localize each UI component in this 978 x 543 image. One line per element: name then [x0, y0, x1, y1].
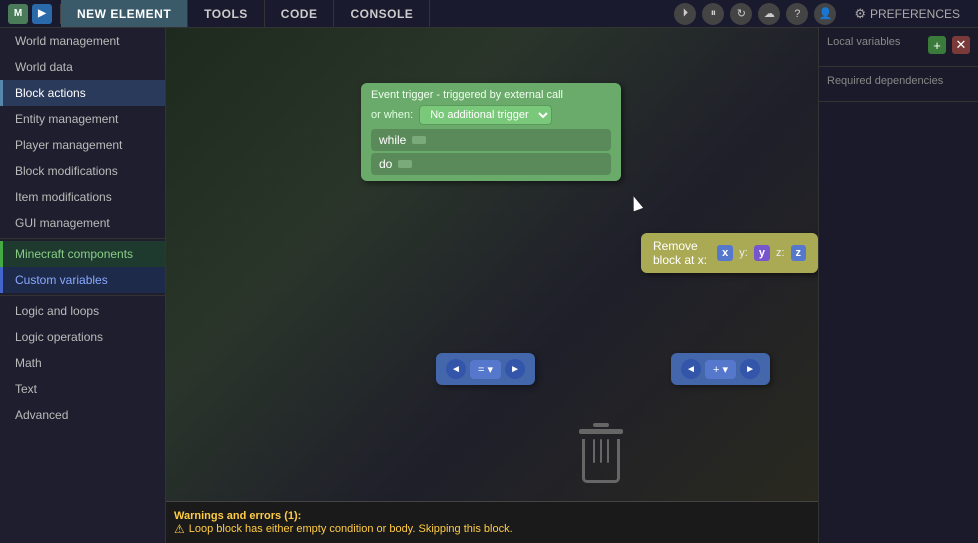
- sidebar-item-math[interactable]: Math: [0, 350, 165, 376]
- tab-tools[interactable]: TOOLS: [188, 0, 265, 27]
- topbar-tabs: NEW ELEMENT TOOLS CODE CONSOLE: [61, 0, 430, 27]
- sidebar-divider-2: [0, 295, 165, 296]
- x-coord-badge: x: [717, 245, 733, 261]
- sidebar-item-item-modifications[interactable]: Item modifications: [0, 184, 165, 210]
- trigger-dropdown[interactable]: No additional trigger: [419, 105, 552, 125]
- icon-btn-4[interactable]: ☁: [758, 3, 780, 25]
- tab-console[interactable]: CONSOLE: [334, 0, 430, 27]
- icon-btn-1[interactable]: ⏵: [674, 3, 696, 25]
- sidebar-item-entity-management[interactable]: Entity management: [0, 106, 165, 132]
- y-label: y:: [739, 247, 748, 259]
- loop-block-1[interactable]: ◄ = ▾ ►: [436, 353, 535, 385]
- remove-block[interactable]: Remove block at x: x y: y z: z: [641, 233, 818, 273]
- do-label: do: [379, 157, 392, 171]
- sidebar-item-logic-and-loops[interactable]: Logic and loops: [0, 298, 165, 324]
- loop-connector-2-right: ►: [740, 359, 760, 379]
- tab-new-element[interactable]: NEW ELEMENT: [61, 0, 188, 27]
- while-notch: [412, 136, 426, 144]
- loop-connector-1-right: ►: [505, 359, 525, 379]
- event-block-trigger-row: or when: No additional trigger: [371, 105, 611, 125]
- canvas-area[interactable]: Event trigger - triggered by external ca…: [166, 28, 818, 543]
- z-label: z:: [776, 247, 785, 259]
- local-variables-buttons: + ✕: [928, 36, 970, 54]
- main-layout: World management World data Block action…: [0, 28, 978, 543]
- trash-handle: [593, 423, 609, 427]
- sidebar-item-player-management[interactable]: Player management: [0, 132, 165, 158]
- sidebar-item-text[interactable]: Text: [0, 376, 165, 402]
- status-bar: Warnings and errors (1): ⚠ Loop block ha…: [166, 501, 818, 543]
- sidebar-item-advanced[interactable]: Advanced: [0, 402, 165, 428]
- trash-icon[interactable]: [579, 423, 623, 483]
- logo-icon-2: ▶: [32, 4, 52, 24]
- sidebar-item-world-data[interactable]: World data: [0, 54, 165, 80]
- trash-body: [582, 439, 620, 483]
- warning-icon: ⚠: [174, 522, 185, 536]
- local-variables-title: Local variables: [827, 36, 900, 48]
- preferences-label: PREFERENCES: [870, 7, 960, 21]
- loop-btn-2[interactable]: + ▾: [705, 360, 736, 379]
- warnings-title: Warnings and errors (1):: [174, 510, 810, 522]
- loop-connector-2-left: ◄: [681, 359, 701, 379]
- loop-btn-1[interactable]: = ▾: [470, 360, 501, 379]
- topbar: M ▶ NEW ELEMENT TOOLS CODE CONSOLE ⏵ ⏸ ↻…: [0, 0, 978, 28]
- or-when-label: or when:: [371, 109, 413, 121]
- required-dependencies-section: Required dependencies: [819, 67, 978, 102]
- logo-icon: M: [8, 4, 28, 24]
- logo-area: M ▶: [0, 4, 61, 24]
- trash-line-2: [600, 439, 602, 463]
- loop-block-2[interactable]: ◄ + ▾ ►: [671, 353, 770, 385]
- do-block[interactable]: do: [371, 153, 611, 175]
- z-coord-badge: z: [791, 245, 807, 261]
- while-label: while: [379, 133, 406, 147]
- trash-line-3: [607, 439, 609, 463]
- while-block[interactable]: while: [371, 129, 611, 151]
- trash-lines: [585, 439, 617, 463]
- topbar-icon-group: ⏵ ⏸ ↻ ☁ ? 👤 ⚙ PREFERENCES: [664, 3, 978, 25]
- trash-lid: [579, 429, 623, 434]
- tab-code[interactable]: CODE: [265, 0, 335, 27]
- trash-line-1: [593, 439, 595, 463]
- error-text: Loop block has either empty condition or…: [189, 523, 513, 535]
- sidebar-item-block-actions[interactable]: Block actions: [0, 80, 165, 106]
- do-notch: [398, 160, 412, 168]
- loop-connector-1-left: ◄: [446, 359, 466, 379]
- required-dependencies-title: Required dependencies: [827, 75, 970, 87]
- add-variable-button[interactable]: +: [928, 36, 946, 54]
- icon-btn-3[interactable]: ↻: [730, 3, 752, 25]
- y-coord-badge: y: [754, 245, 770, 261]
- sidebar-item-logic-operations[interactable]: Logic operations: [0, 324, 165, 350]
- local-variables-section: Local variables + ✕: [819, 28, 978, 67]
- sidebar-item-minecraft-components[interactable]: Minecraft components: [0, 241, 165, 267]
- sidebar-item-custom-variables[interactable]: Custom variables: [0, 267, 165, 293]
- event-trigger-block[interactable]: Event trigger - triggered by external ca…: [361, 83, 621, 181]
- sidebar-divider-1: [0, 238, 165, 239]
- sidebar-item-gui-management[interactable]: GUI management: [0, 210, 165, 236]
- sidebar-item-world-management[interactable]: World management: [0, 28, 165, 54]
- icon-btn-2[interactable]: ⏸: [702, 3, 724, 25]
- remove-variable-button[interactable]: ✕: [952, 36, 970, 54]
- preferences-button[interactable]: ⚙ PREFERENCES: [846, 6, 968, 22]
- status-error-row: ⚠ Loop block has either empty condition …: [174, 522, 810, 536]
- sidebar-item-block-modifications[interactable]: Block modifications: [0, 158, 165, 184]
- icon-btn-6[interactable]: 👤: [814, 3, 836, 25]
- icon-btn-5[interactable]: ?: [786, 3, 808, 25]
- right-panel: Local variables + ✕ Required dependencie…: [818, 28, 978, 543]
- event-block-title: Event trigger - triggered by external ca…: [371, 89, 611, 101]
- sidebar: World management World data Block action…: [0, 28, 166, 543]
- remove-block-label: Remove block at x:: [653, 239, 711, 267]
- gear-icon: ⚙: [854, 6, 866, 22]
